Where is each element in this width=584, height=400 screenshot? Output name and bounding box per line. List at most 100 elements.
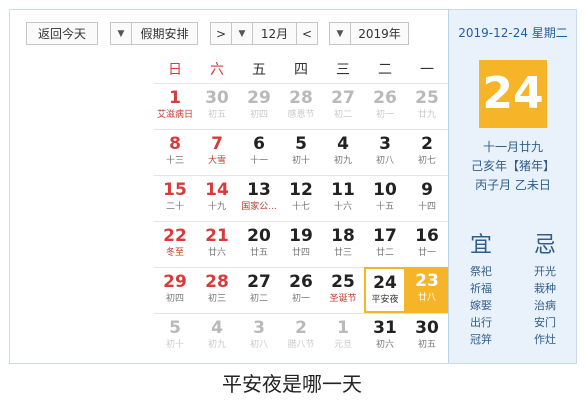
day-cell[interactable]: 21 廿六 [196, 221, 238, 267]
day-cell[interactable]: 29 初四 [154, 267, 196, 313]
lunar-label: 初四 [249, 110, 268, 120]
weekday-header: 一 [420, 62, 434, 78]
yi-column: 宜 祭祀 祈福 嫁娶 出行 冠笄 [449, 225, 513, 348]
yi-item: 祈福 [470, 282, 492, 295]
lunar-label: 冬至 [165, 248, 184, 258]
day-cell[interactable]: 8 十三 [154, 129, 196, 175]
day-number: 4 [337, 134, 349, 154]
day-cell[interactable]: 13 国家公... [238, 175, 280, 221]
day-cell[interactable]: 20 廿五 [238, 221, 280, 267]
day-number: 19 [289, 226, 313, 246]
weekday-header: 二 [378, 62, 392, 78]
ji-item: 栽种 [534, 282, 556, 295]
prev-month-button[interactable]: < [296, 22, 318, 45]
day-number: 29 [247, 88, 271, 108]
day-cell[interactable]: 16 廿一 [406, 221, 448, 267]
lunar-label: 十一 [249, 156, 268, 166]
day-cell[interactable]: 18 廿三 [322, 221, 364, 267]
month-select[interactable]: ▼ 12月 [231, 22, 297, 45]
lunar-label: 腊八节 [287, 340, 315, 350]
day-number: 9 [421, 180, 433, 200]
lunar-label: 初二 [333, 110, 352, 120]
ji-item: 作灶 [534, 333, 556, 346]
day-cell[interactable]: 15 二十 [154, 175, 196, 221]
day-cell[interactable]: 12 十七 [280, 175, 322, 221]
day-cell[interactable]: 27 初二 [238, 267, 280, 313]
day-cell[interactable]: 29 初四 [238, 83, 280, 129]
year-select-label: 2019年 [358, 27, 401, 41]
day-cell[interactable]: 28 初三 [196, 267, 238, 313]
yi-ji-section: 宜 祭祀 祈福 嫁娶 出行 冠笄 忌 开光 栽种 治病 安门 作灶 [449, 225, 576, 363]
day-cell[interactable]: 2 腊八节 [280, 313, 322, 359]
yi-title: 宜 [469, 233, 492, 258]
lunar-label: 廿九 [417, 110, 436, 120]
lunar-label: 十三 [165, 156, 184, 166]
day-number: 6 [253, 134, 265, 154]
day-cell[interactable]: 1 艾滋病日 [154, 83, 196, 129]
lunar-label: 廿三 [333, 248, 352, 258]
holiday-select-label: 假期安排 [140, 27, 189, 41]
day-cell[interactable]: 25 圣诞节 [322, 267, 364, 313]
day-cell[interactable]: 27 初二 [322, 83, 364, 129]
day-number: 13 [247, 180, 271, 200]
holiday-select[interactable]: ▼ 假期安排 [110, 22, 198, 45]
ji-column: 忌 开光 栽种 治病 安门 作灶 [513, 225, 576, 348]
day-number: 5 [169, 318, 181, 338]
ganzhi-day: 丙子月 乙未日 [475, 178, 551, 192]
lunar-label: 初五 [207, 110, 226, 120]
day-cell[interactable]: 7 大雪 [196, 129, 238, 175]
chevron-left-icon: < [301, 26, 313, 41]
lunar-label: 十九 [207, 202, 226, 212]
day-number: 3 [379, 134, 391, 154]
next-month-button[interactable]: > [210, 22, 232, 45]
day-cell-today[interactable]: 23 廿八 [406, 267, 448, 313]
day-cell[interactable]: 26 初一 [364, 83, 406, 129]
day-cell[interactable]: 17 廿二 [364, 221, 406, 267]
day-cell[interactable]: 4 初九 [196, 313, 238, 359]
yi-item: 冠笄 [470, 333, 492, 346]
day-cell[interactable]: 10 十五 [364, 175, 406, 221]
day-cell[interactable]: 14 十九 [196, 175, 238, 221]
lunar-label: 圣诞节 [329, 294, 357, 304]
day-number: 23 [415, 271, 439, 291]
selected-date-line: 2019-12-24 星期二 [458, 26, 568, 40]
day-cell[interactable]: 1 元旦 [322, 313, 364, 359]
day-cell[interactable]: 11 十六 [322, 175, 364, 221]
day-cell[interactable]: 25 廿九 [406, 83, 448, 129]
caption: 平安夜是哪一天 [222, 372, 362, 396]
day-cell[interactable]: 4 初九 [322, 129, 364, 175]
day-cell[interactable]: 22 冬至 [154, 221, 196, 267]
year-select[interactable]: ▼ 2019年 [329, 22, 409, 45]
day-number: 26 [373, 88, 397, 108]
day-cell[interactable]: 19 廿四 [280, 221, 322, 267]
day-number: 1 [169, 88, 181, 108]
day-number: 27 [331, 88, 355, 108]
day-cell[interactable]: 28 感恩节 [280, 83, 322, 129]
lunar-label: 廿一 [417, 248, 436, 258]
day-cell[interactable]: 30 初五 [406, 313, 448, 359]
day-cell[interactable]: 5 初十 [280, 129, 322, 175]
day-cell[interactable]: 31 初六 [364, 313, 406, 359]
lunar-label: 初一 [375, 110, 394, 120]
lunar-label: 初九 [207, 340, 226, 350]
lunar-label: 廿六 [207, 248, 226, 258]
day-number: 11 [331, 180, 355, 200]
day-cell[interactable]: 6 十一 [238, 129, 280, 175]
day-number: 12 [289, 180, 313, 200]
day-cell[interactable]: 30 初五 [196, 83, 238, 129]
day-number: 18 [331, 226, 355, 246]
lunar-label: 廿五 [249, 248, 268, 258]
day-number: 27 [247, 272, 271, 292]
day-cell[interactable]: 9 十四 [406, 175, 448, 221]
return-today-button[interactable]: 返回今天 [26, 22, 98, 45]
day-cell[interactable]: 2 初七 [406, 129, 448, 175]
lunar-label: 初四 [165, 294, 184, 304]
day-cell[interactable]: 3 初八 [364, 129, 406, 175]
lunar-date: 十一月廿九 [482, 140, 543, 154]
caret-down-icon: ▼ [330, 23, 351, 44]
day-cell[interactable]: 3 初八 [238, 313, 280, 359]
day-number: 17 [373, 226, 397, 246]
day-cell[interactable]: 5 初十 [154, 313, 196, 359]
day-cell[interactable]: 26 初一 [280, 267, 322, 313]
day-cell-selected[interactable]: 24 平安夜 [364, 267, 406, 313]
